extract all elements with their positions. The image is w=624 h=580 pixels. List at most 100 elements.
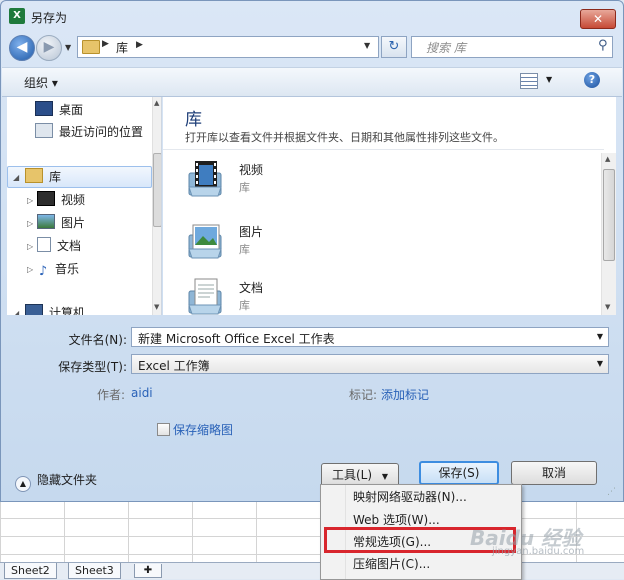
video-library-icon: [185, 159, 225, 199]
sidebar-item-label: 桌面: [59, 103, 84, 117]
divider: [163, 149, 604, 150]
sidebar-item-computer[interactable]: 计算机: [25, 304, 85, 315]
author-value[interactable]: aidi: [131, 386, 153, 400]
sidebar-item-recent-places[interactable]: 最近访问的位置: [35, 123, 143, 141]
expand-arrow-icon[interactable]: ◢: [13, 309, 19, 315]
save-thumbnail-checkbox[interactable]: [157, 423, 170, 436]
refresh-button[interactable]: ↻: [381, 36, 407, 58]
change-view-icon[interactable]: [520, 73, 538, 89]
library-item-type: 库: [239, 299, 250, 312]
document-icon: [37, 237, 51, 252]
menu-item-compress-pictures[interactable]: 压缩图片(C)...: [353, 554, 430, 574]
recent-places-icon: [35, 123, 53, 138]
hide-folders-label: 隐藏文件夹: [37, 473, 98, 487]
view-options-dropdown[interactable]: ▼: [546, 75, 552, 84]
sidebar-item-desktop[interactable]: 桌面: [35, 101, 83, 119]
scroll-down-icon[interactable]: ▼: [154, 303, 159, 311]
navigation-pane: 桌面 最近访问的位置 ◢ 库 ▷ 视频 ▷ 图片 ▷ 文档 ▷ ♪ 音乐 ◢ 计算…: [7, 97, 162, 315]
help-icon[interactable]: ?: [584, 72, 600, 88]
excel-icon: X: [9, 8, 25, 24]
close-button[interactable]: ✕: [580, 9, 616, 29]
refresh-icon: ↻: [388, 39, 400, 54]
chevron-down-icon: ▼: [381, 472, 389, 481]
sidebar-item-library[interactable]: 库: [25, 168, 61, 186]
expand-arrow-icon[interactable]: ◢: [13, 173, 19, 182]
expand-arrow-icon[interactable]: ▷: [27, 242, 33, 251]
sidebar-item-documents[interactable]: 文档: [37, 237, 81, 255]
filetype-value: Excel 工作簿: [138, 359, 210, 373]
filetype-select[interactable]: Excel 工作簿 ▼: [131, 354, 609, 374]
scroll-down-icon[interactable]: ▼: [605, 303, 610, 311]
sidebar-item-label: 图片: [61, 216, 86, 230]
sidebar-item-label: 视频: [61, 193, 86, 207]
arrow-left-icon: ◀: [16, 39, 28, 55]
hide-folders-button[interactable]: ▲ 隐藏文件夹: [15, 471, 97, 492]
sidebar-item-pictures[interactable]: 图片: [37, 214, 85, 232]
insert-sheet-icon[interactable]: ✚: [134, 564, 162, 578]
sidebar-item-label: 音乐: [55, 262, 80, 276]
back-button[interactable]: ◀: [9, 35, 35, 61]
save-button[interactable]: 保存(S): [419, 461, 499, 485]
resize-grip-icon[interactable]: ⋰: [607, 487, 616, 497]
expand-arrow-icon[interactable]: ▷: [27, 219, 33, 228]
address-bar[interactable]: ▶ 库 ▶ ▼: [77, 36, 379, 58]
library-item-video[interactable]: 视频 库: [185, 159, 445, 205]
watermark-subtext: jingyan.baidu.com: [492, 546, 585, 557]
sidebar-item-label: 文档: [57, 239, 82, 253]
scrollbar-thumb[interactable]: [153, 153, 161, 227]
document-library-icon: [185, 277, 225, 315]
sidebar-item-music[interactable]: ♪ 音乐: [37, 260, 79, 278]
library-item-type: 库: [239, 181, 250, 194]
command-toolbar: 组织 ▾ ▼ ?: [2, 67, 622, 97]
sidebar-item-label: 最近访问的位置: [59, 125, 144, 139]
library-item-name: 视频: [239, 163, 264, 177]
chevron-right-icon[interactable]: ▶: [102, 39, 109, 49]
sheet-tab-bar: Sheet2 Sheet3 ✚: [0, 562, 624, 579]
menu-item-map-network-drive[interactable]: 映射网络驱动器(N)...: [353, 487, 467, 507]
content-pane-scrollbar[interactable]: ▲ ▼: [601, 153, 616, 315]
library-item-documents[interactable]: 文档 库: [185, 277, 445, 315]
library-icon: [25, 168, 43, 183]
picture-library-icon: [185, 221, 225, 261]
scroll-up-icon[interactable]: ▲: [154, 99, 159, 107]
title-bar[interactable]: X 另存为 ✕: [1, 1, 623, 31]
forward-button[interactable]: ▶: [36, 35, 62, 61]
search-icon[interactable]: ⚲: [598, 38, 608, 53]
address-breadcrumb-library[interactable]: 库: [116, 39, 128, 56]
address-dropdown-icon[interactable]: ▼: [364, 41, 370, 50]
desktop-icon: [35, 101, 53, 116]
filetype-label: 保存类型(T):: [58, 360, 127, 374]
video-icon: [37, 191, 55, 206]
organize-button[interactable]: 组织 ▾: [24, 74, 58, 91]
cancel-button[interactable]: 取消: [511, 461, 597, 485]
sidebar-item-video[interactable]: 视频: [37, 191, 85, 209]
expand-arrow-icon[interactable]: ▷: [27, 196, 33, 205]
chevron-right-icon[interactable]: ▶: [136, 40, 143, 50]
window-title: 另存为: [31, 11, 68, 25]
folder-icon: [82, 40, 100, 54]
save-thumbnail-label[interactable]: 保存缩略图: [173, 421, 233, 438]
library-content-pane: 库 打开库以查看文件并根据文件夹、日期和其他属性排列这些文件。 视频 库 图片 …: [163, 97, 616, 315]
navigation-bar: ◀ ▶ ▼ ▶ 库 ▶ ▼ ↻ 搜索 库 ⚲: [7, 35, 619, 61]
expand-arrow-icon[interactable]: ▷: [27, 265, 33, 274]
filename-label: 文件名(N):: [68, 333, 127, 347]
library-title: 库: [185, 110, 202, 130]
navigation-pane-scrollbar[interactable]: ▲ ▼: [152, 97, 161, 315]
recent-pages-dropdown[interactable]: ▼: [65, 43, 71, 52]
library-item-type: 库: [239, 243, 250, 256]
tools-button-label: 工具(L): [331, 468, 373, 482]
add-tags-link[interactable]: 添加标记: [381, 386, 429, 403]
scrollbar-thumb[interactable]: [603, 169, 615, 261]
tags-label: 标记:: [349, 388, 378, 402]
sidebar-item-label: 库: [49, 170, 62, 184]
picture-icon: [37, 214, 55, 229]
sheet-tab-sheet3[interactable]: Sheet3: [68, 563, 121, 579]
scroll-up-icon[interactable]: ▲: [605, 155, 610, 163]
sheet-tab-sheet2[interactable]: Sheet2: [4, 563, 57, 579]
chevron-down-icon[interactable]: ▼: [597, 332, 603, 341]
library-item-pictures[interactable]: 图片 库: [185, 221, 445, 267]
filename-input[interactable]: 新建 Microsoft Office Excel 工作表 ▼: [131, 327, 609, 347]
library-item-name: 图片: [239, 225, 264, 239]
search-input[interactable]: 搜索 库 ⚲: [411, 36, 613, 58]
chevron-down-icon[interactable]: ▼: [597, 359, 603, 368]
